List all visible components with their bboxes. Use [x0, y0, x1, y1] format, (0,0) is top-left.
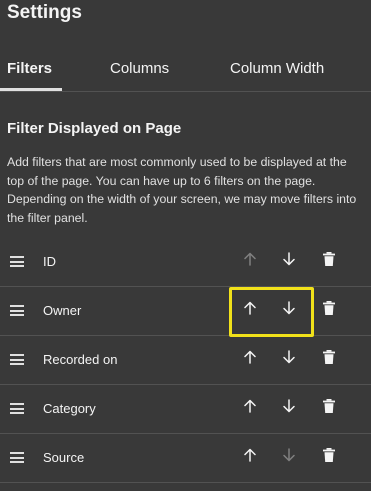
drag-handle-icon[interactable] [10, 403, 24, 414]
filter-label: Source [43, 450, 85, 465]
tab-bar: Filters Columns Column Width [0, 44, 371, 92]
drag-handle-icon[interactable] [10, 452, 24, 463]
arrow-down-icon [281, 251, 297, 272]
move-up-button[interactable] [239, 348, 261, 370]
highlight-box [229, 287, 314, 337]
delete-button[interactable] [318, 348, 340, 370]
trash-icon [321, 251, 337, 272]
filter-row: ID [0, 238, 371, 287]
filter-label: Owner [43, 303, 82, 318]
settings-panel: Settings Filters Columns Column Width Fi… [0, 0, 371, 491]
move-up-button[interactable] [239, 446, 261, 468]
move-down-button[interactable] [278, 397, 300, 419]
trash-icon [321, 300, 337, 321]
drag-handle-icon[interactable] [10, 305, 24, 316]
filter-label: ID [43, 254, 56, 269]
trash-icon [321, 398, 337, 419]
arrow-up-icon [242, 447, 258, 468]
delete-button[interactable] [318, 250, 340, 272]
arrow-up-icon [242, 251, 258, 272]
move-down-button[interactable] [278, 250, 300, 272]
delete-button[interactable] [318, 299, 340, 321]
arrow-down-icon [281, 398, 297, 419]
drag-handle-icon[interactable] [10, 256, 24, 267]
delete-button[interactable] [318, 446, 340, 468]
move-up-button[interactable] [239, 397, 261, 419]
filter-row: Recorded on [0, 336, 371, 385]
arrow-down-icon [281, 349, 297, 370]
arrow-down-icon [281, 447, 297, 468]
tab-columns[interactable]: Columns [110, 60, 169, 77]
filter-row: Category [0, 385, 371, 434]
filter-row: Source [0, 434, 371, 483]
section-title: Filter Displayed on Page [7, 120, 182, 137]
panel-title: Settings [7, 2, 82, 23]
tab-filters[interactable]: Filters [7, 60, 52, 77]
delete-button[interactable] [318, 397, 340, 419]
arrow-up-icon [242, 349, 258, 370]
move-up-button[interactable] [239, 250, 261, 272]
tab-column-width[interactable]: Column Width [230, 60, 324, 77]
move-down-button[interactable] [278, 348, 300, 370]
filter-row: Owner [0, 287, 371, 336]
drag-handle-icon[interactable] [10, 354, 24, 365]
arrow-up-icon [242, 398, 258, 419]
section-description: Add filters that are most commonly used … [7, 155, 357, 225]
filter-label: Recorded on [43, 352, 118, 367]
trash-icon [321, 447, 337, 468]
filter-label: Category [43, 401, 96, 416]
trash-icon [321, 349, 337, 370]
move-down-button[interactable] [278, 446, 300, 468]
active-tab-indicator [0, 88, 62, 91]
